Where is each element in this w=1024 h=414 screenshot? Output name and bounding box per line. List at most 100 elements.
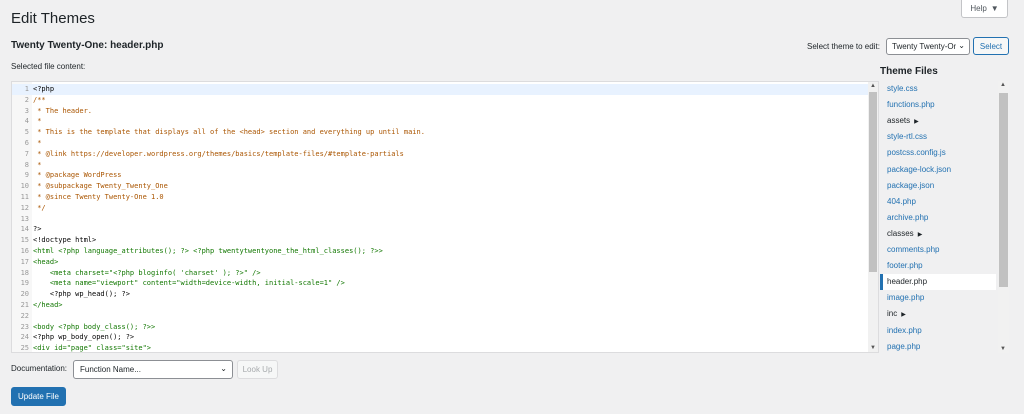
file-item[interactable]: style.css [880,81,996,97]
code-text[interactable]: * [29,139,41,147]
code-text[interactable]: */ [29,204,45,212]
line-number: 13 [20,214,29,223]
code-line[interactable]: 9 * @package WordPress [12,170,868,181]
code-line[interactable]: 22 [12,311,868,322]
file-item[interactable]: page.php [880,339,996,353]
code-text[interactable]: <meta name="viewport" content="width=dev… [29,279,345,287]
function-name-select[interactable]: Function Name... ⌄ [73,360,233,379]
expand-arrow-icon[interactable]: ▶ [914,119,919,125]
help-button[interactable]: Help ▼ [961,0,1008,18]
code-text[interactable]: /** [29,96,46,104]
code-line[interactable]: 1 <?php [12,84,868,95]
code-text[interactable]: <body <?php body_class(); ?>> [29,323,155,331]
selected-file-content-label: Selected file content: [11,62,86,71]
editor-scrollbar-thumb[interactable] [869,92,877,272]
code-text[interactable]: * [29,161,41,169]
look-up-button[interactable]: Look Up [237,360,278,379]
file-item[interactable]: postcss.config.js [880,145,996,161]
code-text[interactable] [29,215,33,223]
code-line[interactable]: 19 <meta name="viewport" content="width=… [12,278,868,289]
code-line[interactable]: 3 * The header. [12,106,868,117]
code-text[interactable]: * @package WordPress [29,171,121,179]
code-text[interactable]: <meta charset="<?php bloginfo( 'charset'… [29,269,261,277]
scroll-up-icon[interactable]: ▲ [870,83,876,89]
code-text[interactable]: * [29,117,41,125]
code-line[interactable]: 6 * [12,138,868,149]
select-theme-label: Select theme to edit: [807,42,880,51]
file-label: style.css [887,84,918,93]
code-line[interactable]: 8 * [12,160,868,171]
function-name-placeholder: Function Name... [80,365,141,374]
code-text[interactable]: <html <?php language_attributes(); ?> <?… [29,247,383,255]
code-line[interactable]: 24 <?php wp_body_open(); ?> [12,332,868,343]
file-label: page.php [887,341,921,351]
code-text[interactable]: * The header. [29,107,92,115]
code-text[interactable]: <?php [29,85,54,93]
code-line[interactable]: 18 <meta charset="<?php bloginfo( 'chars… [12,268,868,279]
file-item[interactable]: package-lock.json [880,162,996,178]
line-number: 6 [24,139,29,147]
line-number: 14 [20,225,29,234]
file-list-scrollbar[interactable]: ▲ ▼ [998,81,1009,353]
code-line[interactable]: 4 * [12,116,868,127]
chevron-down-icon: ⌄ [220,364,227,373]
line-number: 18 [20,268,29,277]
code-line[interactable]: 17 <head> [12,257,868,268]
code-line[interactable]: 7 * @link https://developer.wordpress.or… [12,149,868,160]
file-item[interactable]: archive.php [880,210,996,226]
folder-item[interactable]: inc ▶ [880,306,996,322]
file-item[interactable]: comments.php [880,242,996,258]
code-line[interactable]: 20 <?php wp_head(); ?> [12,289,868,300]
line-number: 12 [20,203,29,212]
file-item[interactable]: style-rtl.css [880,129,996,145]
code-text[interactable]: <head> [29,258,58,266]
file-item[interactable]: 404.php [880,194,996,210]
code-line[interactable]: 11 * @since Twenty Twenty-One 1.0 [12,192,868,203]
file-item[interactable]: image.php [880,290,996,306]
code-line[interactable]: 23 <body <?php body_class(); ?>> [12,322,868,333]
select-theme-button[interactable]: Select [973,37,1009,55]
code-text[interactable]: ?> [29,225,41,233]
file-item[interactable]: index.php [880,323,996,339]
caret-down-icon: ▼ [990,4,999,13]
file-item[interactable]: functions.php [880,97,996,113]
code-text[interactable]: * @subpackage Twenty_Twenty_One [29,182,168,190]
code-text[interactable]: <!doctype html> [29,236,96,244]
code-text[interactable]: * This is the template that displays all… [29,128,425,136]
code-text[interactable]: <?php wp_head(); ?> [29,290,130,298]
code-line[interactable]: 10 * @subpackage Twenty_Twenty_One [12,181,868,192]
scroll-down-icon[interactable]: ▼ [870,345,876,351]
code-text[interactable]: * @link https://developer.wordpress.org/… [29,150,404,158]
scroll-up-icon[interactable]: ▲ [1000,82,1006,88]
code-line[interactable]: 15 <!doctype html> [12,235,868,246]
code-text[interactable]: </head> [29,301,63,309]
line-number: 17 [20,257,29,266]
expand-arrow-icon[interactable]: ▶ [918,232,923,238]
code-line[interactable]: 25 <div id="page" class="site"> [12,343,868,352]
file-item[interactable]: header.php [880,274,996,291]
code-text[interactable] [29,312,33,320]
folder-item[interactable]: classes ▶ [880,226,996,242]
theme-select[interactable]: Twenty Twenty-One ⌄ [886,38,970,55]
update-file-button[interactable]: Update File [11,387,66,406]
file-item[interactable]: package.json [880,178,996,194]
code-editor[interactable]: 1 <?php 2/** 3 * The header. 4 * 5 * This is … [11,81,879,353]
code-line[interactable]: 16 <html <?php language_attributes(); ?> … [12,246,868,257]
code-line[interactable]: 14 ?> [12,224,868,235]
code-text[interactable]: <div id="page" class="site"> [29,344,151,352]
code-line[interactable]: 21 </head> [12,300,868,311]
file-item[interactable]: footer.php [880,258,996,274]
scroll-down-icon[interactable]: ▼ [1000,346,1006,352]
code-line[interactable]: 13 [12,214,868,225]
code-line[interactable]: 12 */ [12,203,868,214]
file-label: comments.php [887,245,940,254]
folder-item[interactable]: assets ▶ [880,113,996,129]
code-text[interactable]: <?php wp_body_open(); ?> [29,333,134,341]
code-text[interactable]: * @since Twenty Twenty-One 1.0 [29,193,163,201]
editor-scrollbar[interactable]: ▲ ▼ [868,82,878,352]
help-label: Help [970,4,987,13]
code-line[interactable]: 2/** [12,95,868,106]
expand-arrow-icon[interactable]: ▶ [901,312,906,318]
file-list-scrollbar-thumb[interactable] [999,93,1008,287]
code-line[interactable]: 5 * This is the template that displays a… [12,127,868,138]
